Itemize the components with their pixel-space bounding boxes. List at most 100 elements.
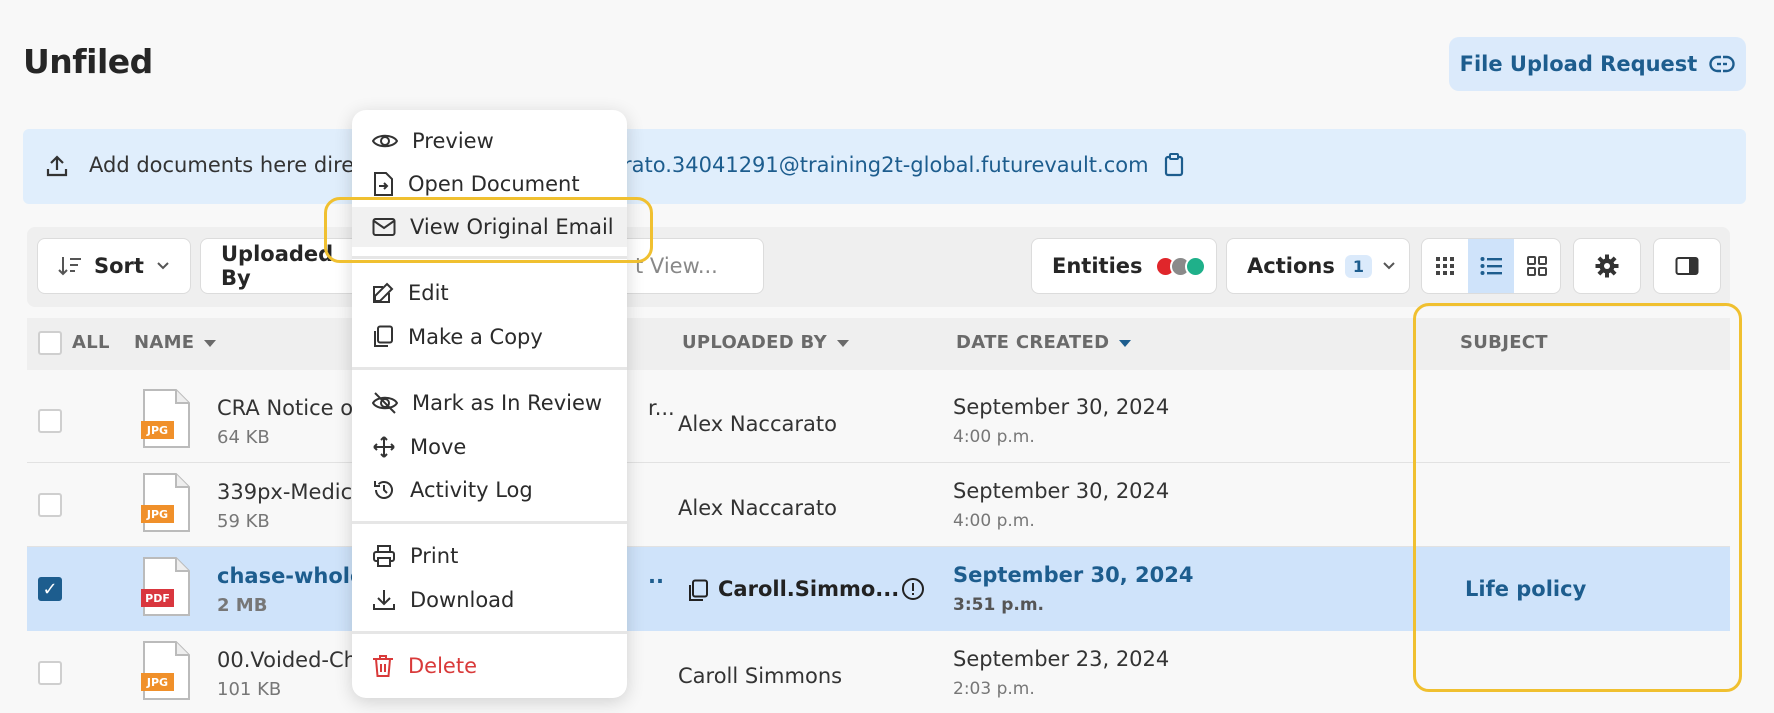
row-checkbox[interactable]: [38, 661, 62, 685]
uploaded-by-filter-button[interactable]: Uploaded By: [200, 238, 364, 294]
column-header-name-label: NAME: [134, 332, 195, 353]
menu-divider: [352, 367, 627, 370]
file-name[interactable]: chase-whole: [217, 564, 364, 588]
toggle-side-panel-button[interactable]: [1653, 238, 1721, 294]
time-created: 4:00 p.m.: [953, 427, 1035, 447]
menu-item-label: View Original Email: [410, 215, 614, 239]
menu-item-view-original-email[interactable]: View Original Email: [352, 207, 627, 247]
menu-item-print[interactable]: Print: [352, 536, 627, 576]
large-grid-view-button[interactable]: [1514, 239, 1560, 293]
menu-item-open-document[interactable]: Open Document: [352, 164, 627, 204]
settings-button[interactable]: [1573, 238, 1641, 294]
menu-item-move[interactable]: Move: [352, 427, 627, 467]
subject-value: Life policy: [1465, 577, 1587, 601]
file-size: 2 MB: [217, 595, 268, 616]
large-grid-icon: [1527, 256, 1547, 276]
column-header-uploaded-by[interactable]: UPLOADED BY: [682, 332, 849, 353]
column-header-date-created-label: DATE CREATED: [956, 332, 1110, 353]
file-name-overflow: r...: [648, 396, 675, 420]
sort-caret-icon: [836, 339, 849, 347]
file-name[interactable]: CRA Notice o: [217, 396, 353, 420]
upload-icon: [46, 155, 68, 177]
column-header-all: ALL: [72, 332, 110, 353]
open-document-icon: [374, 172, 393, 196]
row-checkbox-checked[interactable]: ✓: [38, 577, 62, 601]
clipboard-icon[interactable]: [1164, 153, 1184, 177]
entities-filter-button[interactable]: Entities: [1031, 238, 1217, 294]
row-checkbox[interactable]: [38, 409, 62, 433]
svg-text:PDF: PDF: [145, 592, 170, 605]
small-grid-view-button[interactable]: [1422, 239, 1468, 293]
toolbar: Sort Uploaded By t View... Entities Acti…: [27, 227, 1730, 307]
date-created: September 30, 2024: [953, 479, 1170, 503]
file-upload-request-label: File Upload Request: [1459, 52, 1698, 76]
table-header: ALL NAME UPLOADED BY DATE CREATED SUBJEC…: [27, 318, 1730, 370]
sort-button[interactable]: Sort: [37, 238, 191, 294]
menu-item-label: Delete: [408, 654, 477, 678]
uploaded-by: Caroll Simmons: [678, 664, 843, 688]
list-icon: [1480, 257, 1502, 275]
sort-label: Sort: [94, 254, 144, 278]
eye-icon: [372, 134, 398, 148]
menu-divider: [352, 631, 627, 634]
entity-color-dots: [1154, 255, 1206, 277]
column-header-date-created[interactable]: DATE CREATED: [956, 332, 1132, 353]
date-created: September 30, 2024: [953, 395, 1170, 419]
file-name[interactable]: 339px-Medica: [217, 480, 365, 504]
actions-button[interactable]: Actions 1: [1226, 238, 1410, 294]
menu-item-label: Download: [410, 588, 515, 612]
menu-item-download[interactable]: Download: [352, 580, 627, 620]
table-row[interactable]: JPG 339px-Medica 59 KB Alex Naccarato Se…: [27, 463, 1730, 547]
date-created: September 23, 2024: [953, 647, 1170, 671]
banner-text: Add documents here dire: [89, 153, 355, 177]
time-created: 2:03 p.m.: [953, 679, 1035, 699]
history-icon: [374, 481, 393, 499]
file-name[interactable]: 00.Voided-Ch: [217, 648, 357, 672]
file-upload-request-button[interactable]: File Upload Request: [1449, 37, 1746, 91]
table-row-selected[interactable]: ✓ PDF chase-whole .. 2 MB Caroll.Simmo..…: [27, 547, 1730, 631]
banner-email-address[interactable]: rato.34041291@training2t-global.futureva…: [623, 153, 1149, 177]
list-view-button[interactable]: [1468, 239, 1514, 293]
trash-icon: [373, 655, 393, 677]
menu-divider: [352, 256, 627, 259]
time-created: 4:00 p.m.: [953, 511, 1035, 531]
side-panel-icon: [1675, 257, 1699, 275]
jpg-file-icon: JPG: [141, 473, 190, 532]
entities-label: Entities: [1052, 254, 1143, 278]
menu-item-label: Move: [410, 435, 467, 459]
row-checkbox[interactable]: [38, 493, 62, 517]
menu-item-mark-as-in-review[interactable]: Mark as In Review: [352, 383, 627, 423]
column-header-name[interactable]: NAME: [134, 332, 217, 353]
uploaded-by: Alex Naccarato: [678, 412, 837, 436]
menu-item-label: Open Document: [408, 172, 580, 196]
menu-item-label: Edit: [408, 281, 449, 305]
select-all-checkbox[interactable]: [38, 331, 62, 355]
menu-item-make-a-copy[interactable]: Make a Copy: [352, 317, 627, 357]
menu-item-edit[interactable]: Edit: [352, 273, 627, 313]
svg-text:JPG: JPG: [146, 508, 168, 521]
uploaded-by-filter-label: Uploaded By: [221, 242, 334, 290]
pencil-icon: [373, 282, 394, 303]
sort-icon: [58, 257, 81, 276]
column-header-subject: SUBJECT: [1460, 332, 1548, 353]
menu-item-preview[interactable]: Preview: [352, 121, 627, 161]
menu-item-activity-log[interactable]: Activity Log: [352, 470, 627, 510]
info-icon[interactable]: [901, 577, 925, 601]
file-size: 59 KB: [217, 511, 270, 532]
email-upload-banner: Add documents here dire rato.34041291@tr…: [23, 129, 1746, 204]
table-row[interactable]: JPG 00.Voided-Ch 101 KB Caroll Simmons S…: [27, 631, 1730, 713]
chevron-down-icon: [1383, 262, 1395, 270]
uploaded-by: Caroll.Simmo...: [718, 577, 900, 601]
sort-caret-icon: [204, 339, 217, 347]
file-size: 101 KB: [217, 679, 282, 700]
menu-item-delete[interactable]: Delete: [352, 646, 627, 686]
gear-icon: [1595, 254, 1619, 278]
menu-item-label: Make a Copy: [408, 325, 543, 349]
menu-item-label: Print: [410, 544, 459, 568]
copy-icon[interactable]: [687, 579, 709, 603]
table-row[interactable]: JPG CRA Notice o r... 64 KB Alex Naccara…: [27, 379, 1730, 463]
menu-item-label: Preview: [412, 129, 494, 153]
entity-color-dot: [1184, 255, 1206, 277]
sort-caret-icon: [1119, 339, 1132, 347]
svg-text:JPG: JPG: [146, 424, 168, 437]
